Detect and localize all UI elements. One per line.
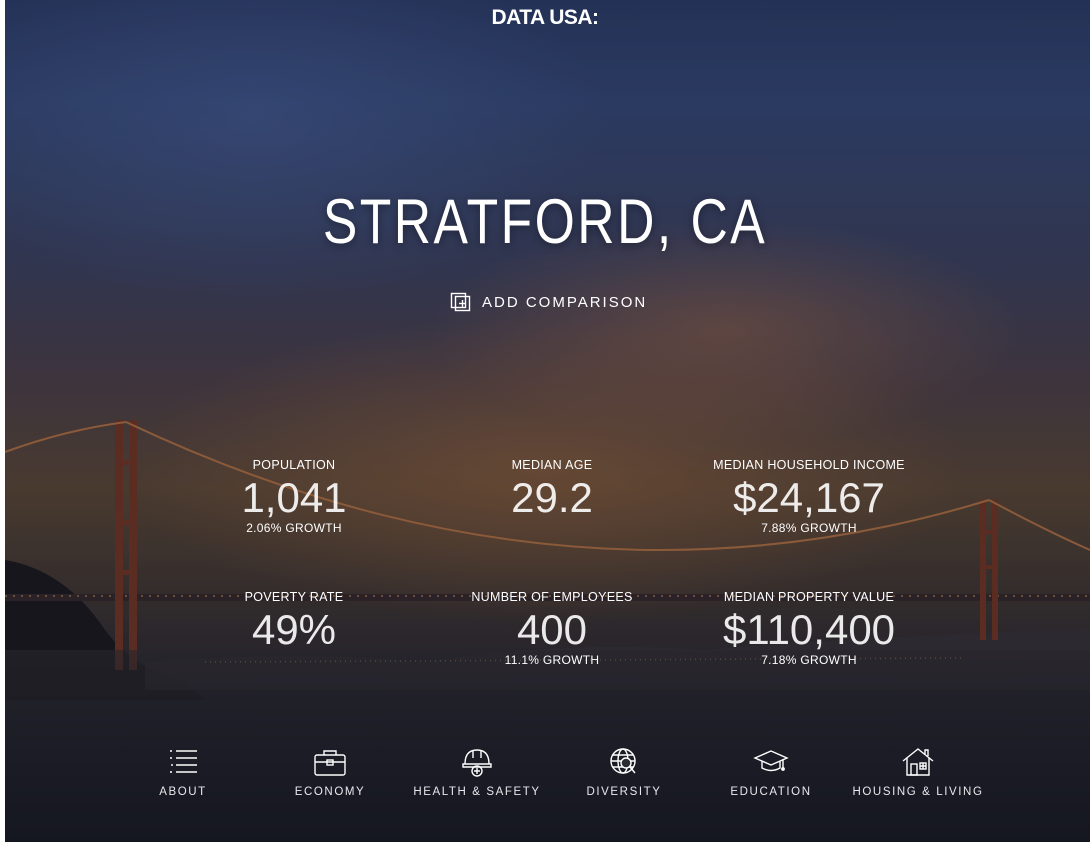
nav-about[interactable]: ABOUT [108,746,258,800]
stat-growth: 2.06% GROWTH [246,521,342,535]
nav-housing-living[interactable]: HOUSING & LIVING [843,746,993,800]
stat-value: 400 [516,606,588,653]
stat-label: POPULATION [252,458,336,472]
stat-median-property-value: MEDIAN PROPERTY VALUE $110,400 7.18% GRO… [689,590,929,667]
stat-population: POPULATION 1,041 2.06% GROWTH [174,458,414,535]
nav-economy[interactable]: ECONOMY [255,746,405,800]
stat-growth: 7.88% GROWTH [761,521,857,535]
stat-growth: 11.1% GROWTH [504,653,600,667]
stat-value: $24,167 [733,474,885,521]
nav-health-safety[interactable]: HEALTH & SAFETY [402,746,552,800]
list-icon [170,750,197,773]
stat-number-of-employees: NUMBER OF EMPLOYEES 400 11.1% GROWTH [432,590,672,667]
add-comparison-label: ADD COMPARISON [482,293,648,311]
nav-housing-living-label: HOUSING & LIVING [852,786,984,798]
page-title: STRATFORD, CA [322,187,768,257]
add-comparison-icon [450,292,471,312]
nav-economy-label: ECONOMY [294,786,366,798]
briefcase-icon [314,750,346,776]
helmet-icon [462,749,492,777]
nav-education[interactable]: EDUCATION [696,746,846,800]
stat-label: MEDIAN HOUSEHOLD INCOME [713,458,905,472]
nav-diversity-label: DIVERSITY [586,786,662,798]
stat-median-household-income: MEDIAN HOUSEHOLD INCOME $24,167 7.88% GR… [689,458,929,535]
hero-background [5,0,1090,842]
stat-median-age: MEDIAN AGE 29.2 [432,458,672,521]
add-comparison-button[interactable]: ADD COMPARISON [450,290,647,314]
stat-label: NUMBER OF EMPLOYEES [471,590,633,604]
stat-label: MEDIAN AGE [511,458,593,472]
graduation-cap-icon [753,750,789,772]
stat-value: $110,400 [722,606,896,653]
nav-about-label: ABOUT [159,786,207,798]
stat-poverty-rate: POVERTY RATE 49% [174,590,414,653]
nav-health-safety-label: HEALTH & SAFETY [413,786,541,798]
nav-education-label: EDUCATION [730,786,812,798]
stat-value: 29.2 [511,474,593,521]
stat-value: 49% [251,606,337,653]
stat-label: POVERTY RATE [244,590,344,604]
datausa-logo[interactable]: DATA USA: [0,6,1090,30]
stat-value: 1,041 [241,474,347,521]
stat-growth: 7.18% GROWTH [761,653,857,667]
stat-label: MEDIAN PROPERTY VALUE [723,590,895,604]
nav-diversity[interactable]: DIVERSITY [549,746,699,800]
house-icon [902,748,934,776]
globe-search-icon [610,748,636,774]
